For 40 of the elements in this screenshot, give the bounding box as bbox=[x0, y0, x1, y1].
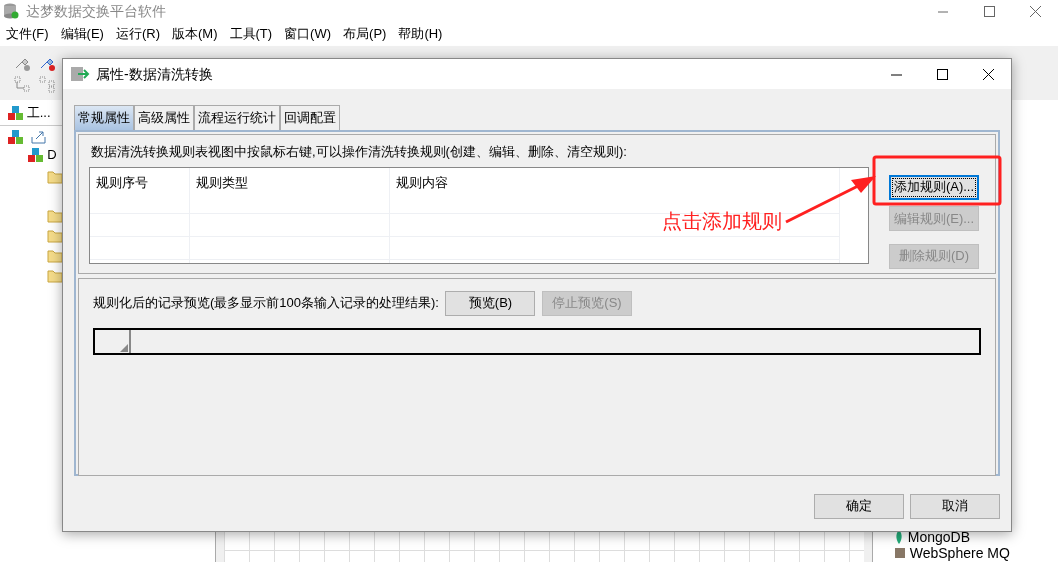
tree-item[interactable]: WebSphere MQ bbox=[909, 545, 1010, 561]
close-icon[interactable] bbox=[980, 66, 996, 82]
folder-icon bbox=[47, 168, 63, 184]
column-header: 规则序号 bbox=[90, 168, 190, 213]
menu-item[interactable]: 工具(T) bbox=[223, 24, 279, 44]
menu-item[interactable]: 文件(F) bbox=[0, 24, 55, 44]
preview-button[interactable]: 预览(B) bbox=[445, 290, 536, 316]
cubes-icon bbox=[6, 129, 24, 146]
menu-item[interactable]: 布局(P) bbox=[337, 24, 393, 44]
menu-item[interactable]: 窗口(W) bbox=[278, 24, 338, 44]
menu-item[interactable]: 帮助(H) bbox=[392, 24, 449, 44]
transform-icon bbox=[69, 65, 90, 83]
menu-item[interactable]: 编辑(E) bbox=[54, 24, 110, 44]
dialog-button[interactable]: 确定 bbox=[813, 493, 904, 519]
database-icon bbox=[3, 3, 20, 19]
panel-tab[interactable]: 工... bbox=[26, 102, 51, 123]
dialog-button[interactable]: 取消 bbox=[910, 493, 1000, 519]
cubes-icon bbox=[6, 104, 24, 121]
column-header: 规则类型 bbox=[189, 168, 390, 213]
rule-button[interactable]: 添加规则(A)... bbox=[889, 174, 979, 200]
server-icon bbox=[892, 546, 907, 560]
dialog-title: 属性-数据清洗转换 bbox=[96, 64, 213, 84]
tab[interactable]: 常规属性 bbox=[74, 105, 134, 130]
tab[interactable]: 高级属性 bbox=[134, 105, 194, 130]
preview-label: 规则化后的记录预览(最多显示前100条输入记录的处理结果): bbox=[93, 294, 439, 313]
maximize-icon[interactable] bbox=[934, 66, 950, 82]
folder-icon bbox=[47, 267, 63, 283]
instruction-text: 数据清洗转换规则表视图中按鼠标右键,可以操作清洗转换规则(创建、编辑、删除、清空规则): bbox=[90, 142, 628, 161]
folder-icon bbox=[47, 247, 63, 263]
tab[interactable]: 回调配置 bbox=[280, 105, 340, 130]
menu-item[interactable]: 运行(R) bbox=[109, 24, 166, 44]
tree-item[interactable]: MongoDB bbox=[907, 529, 970, 545]
export-icon bbox=[30, 129, 47, 146]
tree-item[interactable]: D bbox=[47, 145, 57, 165]
menu-item[interactable]: 版本(M) bbox=[166, 24, 224, 44]
folder-icon bbox=[47, 207, 63, 223]
cubes-icon bbox=[27, 147, 44, 163]
window-title: 达梦数据交换平台软件 bbox=[25, 1, 166, 21]
tab[interactable]: 流程运行统计 bbox=[194, 105, 280, 130]
folder-icon bbox=[47, 227, 63, 243]
